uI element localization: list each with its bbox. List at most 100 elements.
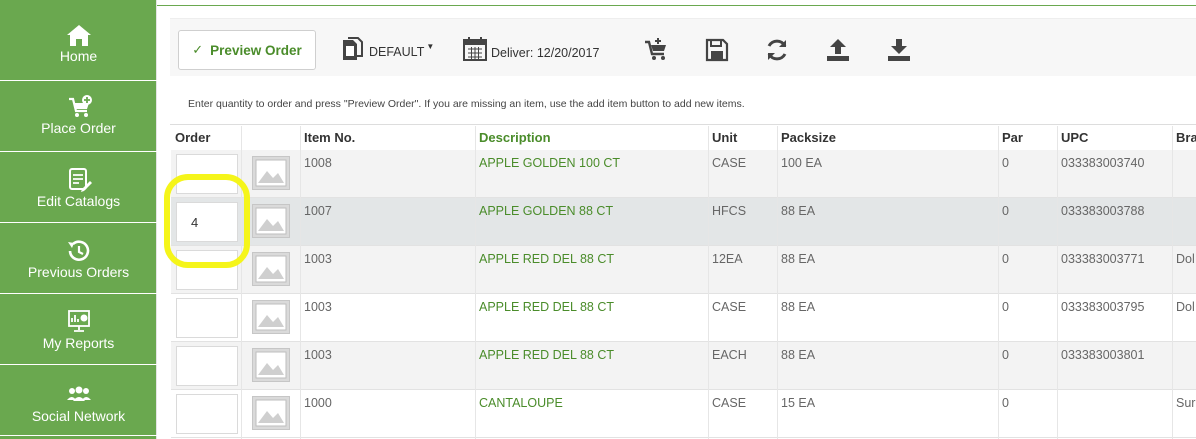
col-header-item-no[interactable]: Item No.: [300, 126, 355, 150]
upc: 033383003795: [1061, 300, 1145, 314]
unit: CASE: [712, 300, 747, 314]
top-border: [157, 5, 1196, 6]
quantity-input[interactable]: [176, 346, 238, 386]
unit: CASE: [712, 156, 747, 170]
packsize: 100 EA: [781, 156, 823, 170]
item-description-link[interactable]: APPLE GOLDEN 100 CT: [479, 156, 620, 170]
col-header-brand[interactable]: Bra: [1172, 126, 1196, 150]
sidebar-item-label: Home: [59, 48, 98, 64]
instruction-text: Enter quantity to order and press "Previ…: [188, 98, 745, 110]
preview-order-button[interactable]: ✓ Preview Order: [178, 30, 316, 70]
item-description-link[interactable]: CANTALOUPE: [479, 396, 563, 410]
par: 0: [1002, 396, 1009, 410]
par: 0: [1002, 252, 1009, 266]
preview-order-label: Preview Order: [210, 42, 302, 58]
sidebar-item-place-order[interactable]: Place Order: [0, 82, 157, 152]
home-icon: [66, 25, 91, 46]
packsize: 88 EA: [781, 204, 816, 218]
column-divider: [241, 126, 242, 439]
item-description-link[interactable]: APPLE RED DEL 88 CT: [479, 300, 614, 314]
people-icon: [66, 386, 91, 401]
brand: Dol: [1176, 252, 1195, 266]
sidebar-item-label: Social Network: [31, 408, 126, 424]
deliver-date-label: Deliver: 12/20/2017: [491, 46, 600, 60]
col-header-description[interactable]: Description: [475, 126, 551, 150]
column-divider: [1057, 126, 1058, 439]
unit: HFCS: [712, 204, 747, 218]
image-placeholder-icon: [252, 204, 290, 238]
toolbar: ✓ Preview Order DEFAULT ▼ Deliver: 12/20…: [170, 18, 1196, 76]
col-header-upc[interactable]: UPC: [1057, 126, 1088, 150]
upc: 033383003801: [1061, 348, 1145, 362]
unit: EACH: [712, 348, 747, 362]
download-icon[interactable]: [886, 37, 912, 63]
reports-icon: [67, 310, 90, 332]
brand: Dol: [1176, 300, 1195, 314]
column-divider: [777, 126, 778, 439]
item-no: 1008: [304, 156, 332, 170]
divider: [170, 124, 1196, 125]
upc: 033383003771: [1061, 252, 1145, 266]
col-header-order[interactable]: Order: [171, 126, 210, 150]
sidebar-item-previous-orders[interactable]: Previous Orders: [0, 224, 157, 294]
upc: 033383003788: [1061, 204, 1145, 218]
packsize: 88 EA: [781, 348, 816, 362]
upload-icon[interactable]: [825, 37, 851, 63]
column-divider: [1172, 126, 1173, 439]
history-icon: [67, 240, 89, 261]
col-header-par[interactable]: Par: [998, 126, 1023, 150]
table-row[interactable]: 1003 APPLE RED DEL 88 CT 12EA 88 EA 0 03…: [171, 246, 1196, 294]
quantity-input[interactable]: [176, 394, 238, 434]
item-description-link[interactable]: APPLE RED DEL 88 CT: [479, 252, 614, 266]
packsize: 15 EA: [781, 396, 816, 410]
sidebar-item-label: Edit Catalogs: [36, 193, 121, 209]
table-row[interactable]: 1003 APPLE RED DEL 88 CT CASE 88 EA 0 03…: [171, 294, 1196, 342]
table-row[interactable]: 4 1007 APPLE GOLDEN 88 CT HFCS 88 EA 0 0…: [171, 198, 1196, 246]
table-row[interactable]: 1003 APPLE RED DEL 88 CT EACH 88 EA 0 03…: [171, 342, 1196, 390]
column-divider: [998, 126, 999, 439]
packsize: 88 EA: [781, 300, 816, 314]
edit-catalog-icon: [68, 168, 92, 192]
table-row[interactable]: 1008 APPLE GOLDEN 100 CT CASE 100 EA 0 0…: [171, 150, 1196, 198]
calendar-icon: [463, 37, 487, 61]
image-placeholder-icon: [252, 252, 290, 286]
sidebar-item-social-network[interactable]: Social Network: [0, 366, 157, 436]
item-no: 1000: [304, 396, 332, 410]
sidebar-item-edit-catalogs[interactable]: Edit Catalogs: [0, 153, 157, 223]
par: 0: [1002, 204, 1009, 218]
quantity-input[interactable]: 4: [176, 202, 238, 242]
column-divider: [708, 126, 709, 439]
quantity-input[interactable]: [176, 154, 238, 194]
quantity-input[interactable]: [176, 250, 238, 290]
sidebar-item-my-reports[interactable]: My Reports: [0, 295, 157, 365]
add-item-cart-icon[interactable]: [643, 37, 669, 63]
catalog-dropdown[interactable]: DEFAULT ▼: [339, 34, 434, 64]
sidebar-item-home[interactable]: Home: [0, 10, 157, 81]
sidebar-item-label: Previous Orders: [27, 264, 130, 280]
par: 0: [1002, 300, 1009, 314]
catalog-label: DEFAULT: [369, 45, 425, 59]
table-row[interactable]: 1000 CANTALOUPE CASE 15 EA 0 Sur: [171, 390, 1196, 438]
sidebar-item-label: Place Order: [41, 120, 116, 136]
column-divider: [475, 126, 476, 439]
column-divider: [300, 126, 301, 439]
par: 0: [1002, 348, 1009, 362]
col-header-unit[interactable]: Unit: [708, 126, 737, 150]
quantity-input[interactable]: [176, 298, 238, 338]
catalog-book-icon: [343, 37, 363, 60]
sidebar: Home Place Order Edit Catalogs Previous …: [0, 0, 157, 439]
deliver-date-picker[interactable]: Deliver: 12/20/2017: [462, 34, 599, 64]
save-icon[interactable]: [704, 37, 730, 63]
sidebar-item-label: My Reports: [42, 335, 115, 351]
item-no: 1007: [304, 204, 332, 218]
item-description-link[interactable]: APPLE RED DEL 88 CT: [479, 348, 614, 362]
item-description-link[interactable]: APPLE GOLDEN 88 CT: [479, 204, 613, 218]
item-no: 1003: [304, 300, 332, 314]
unit: CASE: [712, 396, 747, 410]
image-placeholder-icon: [252, 300, 290, 334]
packsize: 88 EA: [781, 252, 816, 266]
col-header-packsize[interactable]: Packsize: [777, 126, 836, 150]
brand: Sur: [1176, 396, 1196, 410]
image-placeholder-icon: [252, 156, 290, 190]
refresh-icon[interactable]: [764, 37, 790, 63]
